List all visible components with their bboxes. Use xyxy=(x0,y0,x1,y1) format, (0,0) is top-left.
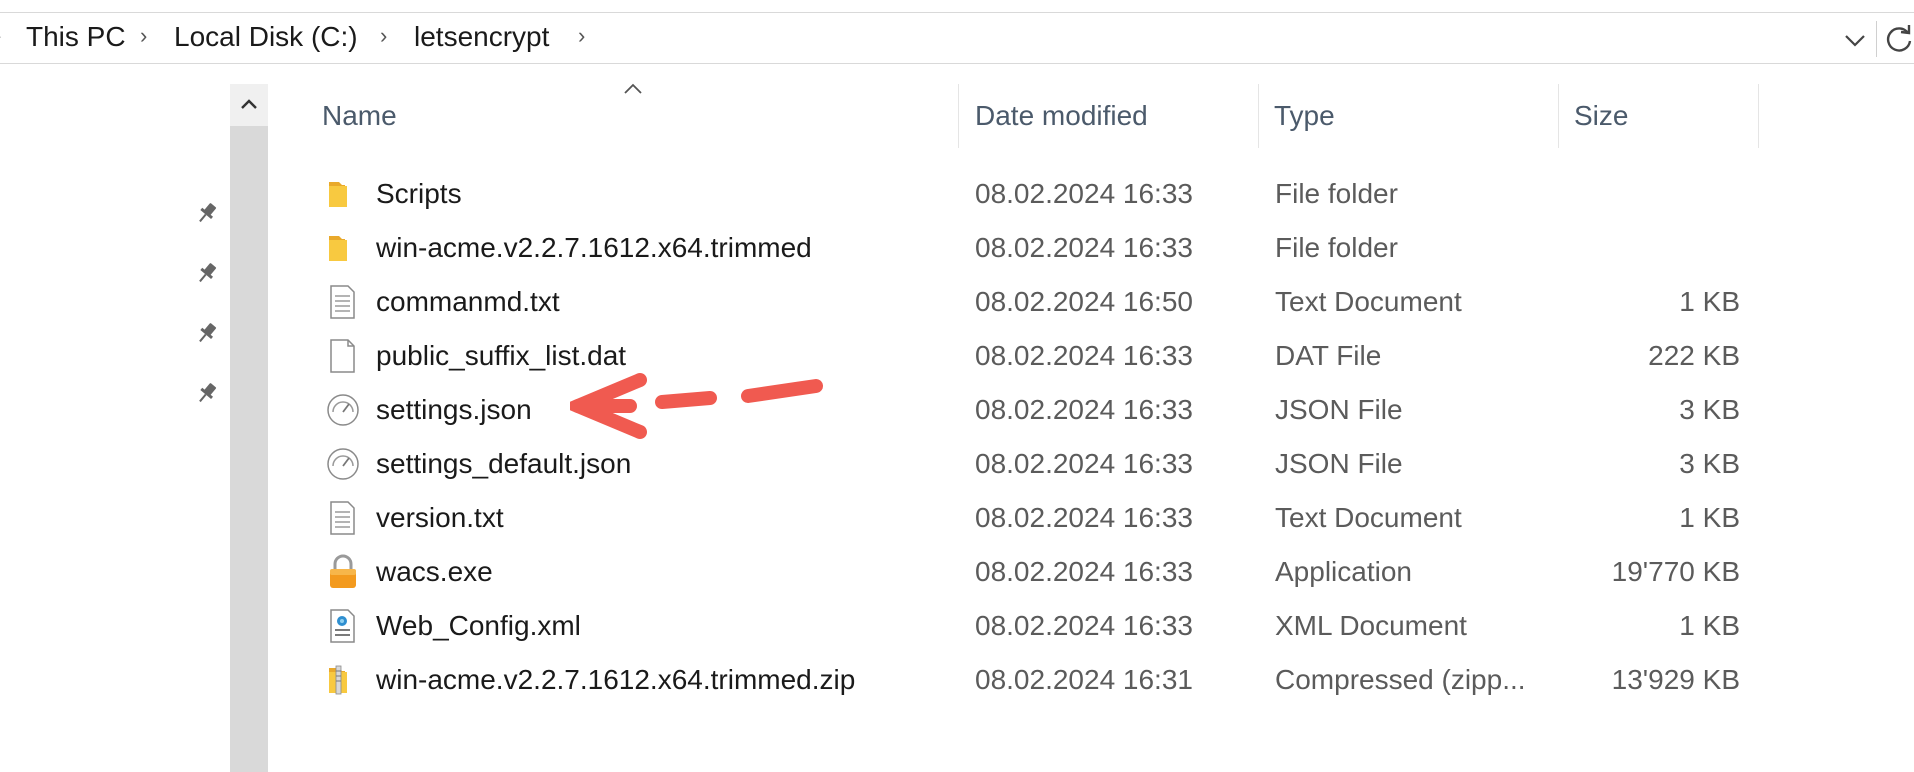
file-type: Text Document xyxy=(1275,286,1462,317)
file-date-modified: 08.02.2024 16:50 xyxy=(975,286,1193,317)
breadcrumb-chevron-icon[interactable]: › xyxy=(578,23,585,49)
address-bar[interactable]: › This PC › Local Disk (C:) › letsencryp… xyxy=(0,12,1914,64)
pin-icon[interactable] xyxy=(194,380,220,406)
file-size: 1 KB xyxy=(1679,502,1740,533)
json-file-icon xyxy=(327,448,359,480)
chevron-up-icon xyxy=(241,99,257,109)
file-date-modified: 08.02.2024 16:33 xyxy=(975,232,1193,263)
file-row[interactable]: settings.json 08.02.2024 16:33 JSON File… xyxy=(320,382,1760,436)
file-row[interactable]: commanmd.txt 08.02.2024 16:50 Text Docum… xyxy=(320,274,1760,328)
file-date-modified: 08.02.2024 16:33 xyxy=(975,502,1193,533)
file-row[interactable]: public_suffix_list.dat 08.02.2024 16:33 … xyxy=(320,328,1760,382)
text-document-icon xyxy=(330,285,355,319)
blank-file-icon xyxy=(330,339,355,373)
file-size: 3 KB xyxy=(1679,394,1740,425)
folder-icon xyxy=(329,236,347,261)
pin-icon[interactable] xyxy=(194,320,220,346)
breadcrumb-letsencrypt[interactable]: letsencrypt xyxy=(414,21,549,53)
file-size: 222 KB xyxy=(1648,340,1740,371)
file-size: 1 KB xyxy=(1679,286,1740,317)
file-row[interactable]: Web_Config.xml 08.02.2024 16:33 XML Docu… xyxy=(320,598,1760,652)
scroll-up-button[interactable] xyxy=(230,84,268,126)
file-name: win-acme.v2.2.7.1612.x64.trimmed.zip xyxy=(376,664,856,695)
file-name: win-acme.v2.2.7.1612.x64.trimmed xyxy=(376,232,812,263)
file-type: Application xyxy=(1275,556,1412,587)
file-name: version.txt xyxy=(376,502,504,533)
file-date-modified: 08.02.2024 16:33 xyxy=(975,610,1193,641)
breadcrumb-local-disk[interactable]: Local Disk (C:) xyxy=(174,21,358,53)
breadcrumb-chevron-icon[interactable]: › xyxy=(0,23,1,49)
file-name: settings_default.json xyxy=(376,448,632,479)
file-type: DAT File xyxy=(1275,340,1382,371)
file-date-modified: 08.02.2024 16:33 xyxy=(975,340,1193,371)
xml-document-icon xyxy=(330,609,355,643)
column-header-date-modified[interactable]: Date modified xyxy=(975,100,1148,132)
annotation-arrow-icon xyxy=(570,373,823,439)
file-size: 19'770 KB xyxy=(1611,556,1740,587)
nav-pane-scrollbar[interactable] xyxy=(230,84,268,772)
lock-icon xyxy=(330,554,356,588)
column-divider[interactable] xyxy=(1758,84,1759,148)
file-date-modified: 08.02.2024 16:33 xyxy=(975,178,1193,209)
file-name: Scripts xyxy=(376,178,462,209)
text-document-icon xyxy=(330,501,355,535)
column-divider[interactable] xyxy=(958,84,959,148)
chevron-down-icon[interactable] xyxy=(1842,27,1868,53)
file-date-modified: 08.02.2024 16:33 xyxy=(975,394,1193,425)
sort-ascending-icon xyxy=(624,83,642,94)
refresh-icon[interactable] xyxy=(1884,23,1914,55)
file-type: Compressed (zipp... xyxy=(1275,664,1526,695)
divider xyxy=(1876,21,1877,57)
file-date-modified: 08.02.2024 16:33 xyxy=(975,448,1193,479)
pin-icon[interactable] xyxy=(194,260,220,286)
column-divider[interactable] xyxy=(1558,84,1559,148)
file-size: 1 KB xyxy=(1679,610,1740,641)
file-type: Text Document xyxy=(1275,502,1462,533)
file-size: 13'929 KB xyxy=(1611,664,1740,695)
file-type: JSON File xyxy=(1275,448,1403,479)
navigation-pane xyxy=(0,64,230,772)
file-size: 3 KB xyxy=(1679,448,1740,479)
folder-icon xyxy=(329,182,347,207)
file-type: XML Document xyxy=(1275,610,1467,641)
file-name: wacs.exe xyxy=(376,556,493,587)
file-row[interactable]: Scripts 08.02.2024 16:33 File folder xyxy=(320,166,1760,220)
file-date-modified: 08.02.2024 16:31 xyxy=(975,664,1193,695)
zip-folder-icon xyxy=(329,665,347,695)
breadcrumb-chevron-icon[interactable]: › xyxy=(140,23,147,49)
column-header-size[interactable]: Size xyxy=(1574,100,1628,132)
file-name: settings.json xyxy=(376,394,532,425)
file-name: Web_Config.xml xyxy=(376,610,581,641)
column-header-type[interactable]: Type xyxy=(1274,100,1335,132)
file-row[interactable]: version.txt 08.02.2024 16:33 Text Docume… xyxy=(320,490,1760,544)
column-divider[interactable] xyxy=(1258,84,1259,148)
breadcrumb-this-pc[interactable]: This PC xyxy=(26,21,126,53)
pin-icon[interactable] xyxy=(194,200,220,226)
json-file-icon xyxy=(327,394,359,426)
file-type: File folder xyxy=(1275,232,1398,263)
file-row[interactable]: win-acme.v2.2.7.1612.x64.trimmed 08.02.2… xyxy=(320,220,1760,274)
file-row[interactable]: win-acme.v2.2.7.1612.x64.trimmed.zip 08.… xyxy=(320,652,1760,706)
breadcrumb-chevron-icon[interactable]: › xyxy=(380,23,387,49)
file-row[interactable]: settings_default.json 08.02.2024 16:33 J… xyxy=(320,436,1760,490)
file-type: JSON File xyxy=(1275,394,1403,425)
file-date-modified: 08.02.2024 16:33 xyxy=(975,556,1193,587)
file-name: commanmd.txt xyxy=(376,286,560,317)
file-type: File folder xyxy=(1275,178,1398,209)
file-row[interactable]: wacs.exe 08.02.2024 16:33 Application 19… xyxy=(320,544,1760,598)
column-header-name[interactable]: Name xyxy=(322,100,397,132)
